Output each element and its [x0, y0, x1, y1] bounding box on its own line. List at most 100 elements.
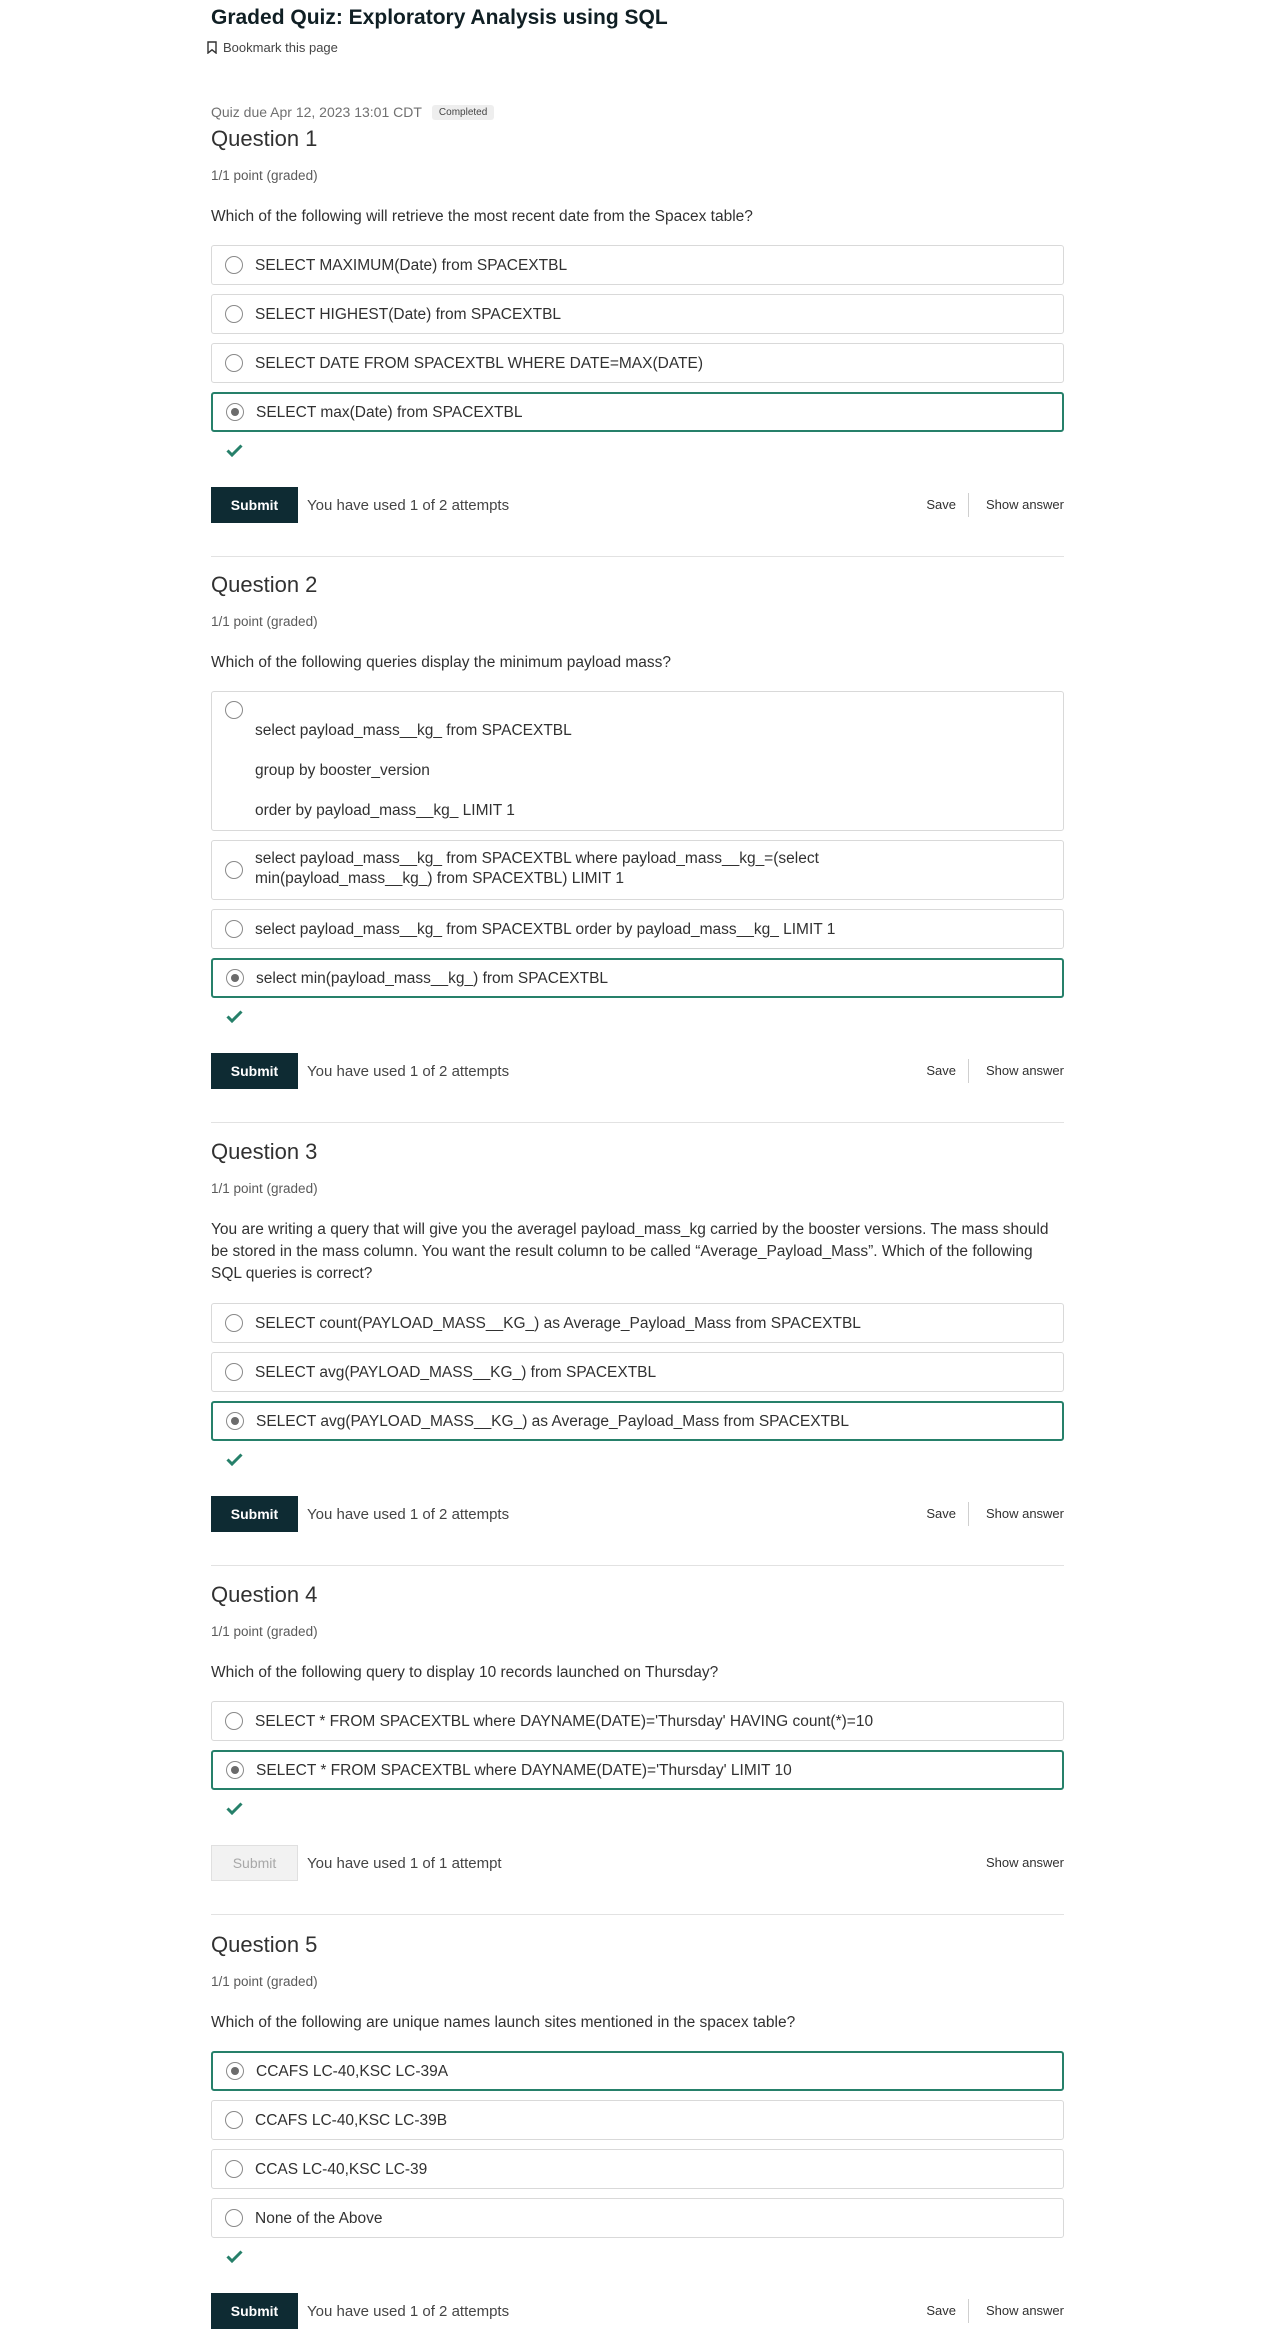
submit-button[interactable]: Submit: [211, 1496, 298, 1532]
answer-option[interactable]: select payload_mass__kg_ from SPACEXTBL …: [211, 840, 1064, 900]
answer-option[interactable]: select payload_mass__kg_ from SPACEXTBL g…: [211, 691, 1064, 831]
answer-option[interactable]: SELECT * FROM SPACEXTBL where DAYNAME(DA…: [211, 1750, 1064, 1790]
attempts-text: You have used 1 of 1 attempt: [307, 1855, 502, 1872]
answer-option[interactable]: None of the Above: [211, 2198, 1064, 2238]
option-label: SELECT avg(PAYLOAD_MASS__KG_) from SPACE…: [255, 1363, 657, 1381]
bookmark-label: Bookmark this page: [223, 40, 338, 55]
attempts-text: You have used 1 of 2 attempts: [307, 1506, 510, 1523]
answer-option[interactable]: SELECT MAXIMUM(Date) from SPACEXTBL: [211, 245, 1064, 285]
radio-icon[interactable]: [225, 1314, 243, 1332]
answer-option[interactable]: SELECT max(Date) from SPACEXTBL: [211, 392, 1064, 432]
radio-icon[interactable]: [226, 2062, 244, 2080]
question-points: 1/1 point (graded): [211, 168, 318, 183]
question-divider: [211, 1122, 1064, 1123]
quiz-page: Graded Quiz: Exploratory Analysis using …: [207, 0, 1064, 2349]
option-label: select payload_mass__kg_ from SPACEXTBL …: [255, 850, 819, 867]
checkmark-icon: [226, 1453, 243, 1466]
radio-icon[interactable]: [226, 1761, 244, 1779]
show-answer-button[interactable]: Show answer: [986, 1855, 1064, 1870]
answer-option[interactable]: SELECT DATE FROM SPACEXTBL WHERE DATE=MA…: [211, 343, 1064, 383]
checkmark-icon: [226, 1010, 243, 1023]
button-separator: [968, 1059, 969, 1083]
radio-icon[interactable]: [225, 2111, 243, 2129]
save-button[interactable]: Save: [926, 1063, 956, 1078]
question-points: 1/1 point (graded): [211, 1974, 318, 1989]
radio-icon[interactable]: [225, 2209, 243, 2227]
question-points: 1/1 point (graded): [211, 1624, 318, 1639]
radio-icon[interactable]: [225, 256, 243, 274]
checkmark-icon: [226, 1802, 243, 1815]
option-label: None of the Above: [255, 2209, 383, 2227]
show-answer-button[interactable]: Show answer: [986, 497, 1064, 512]
question-title: Question 2: [211, 572, 318, 597]
button-separator: [968, 1502, 969, 1526]
option-label: select min(payload_mass__kg_) from SPACE…: [256, 969, 609, 987]
question-prompt: You are writing a query that will give y…: [211, 1221, 1049, 1282]
status-badge: Completed: [431, 104, 495, 120]
radio-icon[interactable]: [225, 2160, 243, 2178]
radio-icon[interactable]: [225, 861, 243, 879]
save-button[interactable]: Save: [926, 497, 956, 512]
answer-option[interactable]: SELECT * FROM SPACEXTBL where DAYNAME(DA…: [211, 1701, 1064, 1741]
submit-button[interactable]: Submit: [211, 1053, 298, 1089]
save-button[interactable]: Save: [926, 1506, 956, 1521]
option-label: order by payload_mass__kg_ LIMIT 1: [255, 802, 515, 819]
radio-icon[interactable]: [226, 1412, 244, 1430]
radio-icon[interactable]: [225, 305, 243, 323]
due-text: Quiz due Apr 12, 2023 13:01 CDT: [211, 104, 422, 120]
question-title: Question 5: [211, 1932, 318, 1957]
option-label: SELECT * FROM SPACEXTBL where DAYNAME(DA…: [255, 1712, 874, 1730]
question-title: Question 3: [211, 1139, 318, 1164]
show-answer-button[interactable]: Show answer: [986, 2303, 1064, 2318]
answer-option[interactable]: select payload_mass__kg_ from SPACEXTBL …: [211, 909, 1064, 949]
option-label: CCAFS LC-40,KSC LC-39A: [256, 2062, 449, 2080]
option-label: CCAFS LC-40,KSC LC-39B: [255, 2111, 448, 2129]
radio-icon[interactable]: [225, 701, 243, 719]
answer-option[interactable]: CCAFS LC-40,KSC LC-39B: [211, 2100, 1064, 2140]
option-label: SELECT max(Date) from SPACEXTBL: [256, 403, 523, 421]
question-divider: [211, 556, 1064, 557]
question-prompt: Which of the following queries display t…: [211, 654, 672, 671]
submit-button[interactable]: Submit: [211, 1845, 298, 1881]
question-points: 1/1 point (graded): [211, 614, 318, 629]
radio-icon[interactable]: [225, 1363, 243, 1381]
question-prompt: Which of the following are unique names …: [211, 2014, 796, 2031]
attempts-text: You have used 1 of 2 attempts: [307, 497, 510, 514]
option-label: SELECT MAXIMUM(Date) from SPACEXTBL: [255, 256, 568, 274]
answer-option[interactable]: select min(payload_mass__kg_) from SPACE…: [211, 958, 1064, 998]
quiz-due-date: Quiz due Apr 12, 2023 13:01 CDT Complete…: [211, 104, 495, 120]
option-label: SELECT avg(PAYLOAD_MASS__KG_) as Average…: [256, 1412, 850, 1430]
show-answer-button[interactable]: Show answer: [986, 1506, 1064, 1521]
bookmark-button[interactable]: Bookmark this page: [207, 40, 338, 55]
option-label: select payload_mass__kg_ from SPACEXTBL: [255, 722, 572, 739]
option-label: min(payload_mass__kg_) from SPACEXTBL) L…: [255, 870, 624, 887]
save-button[interactable]: Save: [926, 2303, 956, 2318]
option-label: SELECT HIGHEST(Date) from SPACEXTBL: [255, 305, 562, 323]
attempts-text: You have used 1 of 2 attempts: [307, 1063, 510, 1080]
radio-icon[interactable]: [225, 1712, 243, 1730]
radio-icon[interactable]: [225, 354, 243, 372]
checkmark-icon: [226, 444, 243, 457]
answer-option[interactable]: SELECT count(PAYLOAD_MASS__KG_) as Avera…: [211, 1303, 1064, 1343]
show-answer-button[interactable]: Show answer: [986, 1063, 1064, 1078]
option-label: CCAS LC-40,KSC LC-39: [255, 2160, 428, 2178]
answer-option[interactable]: SELECT avg(PAYLOAD_MASS__KG_) as Average…: [211, 1401, 1064, 1441]
radio-icon[interactable]: [226, 403, 244, 421]
option-label: SELECT count(PAYLOAD_MASS__KG_) as Avera…: [255, 1314, 861, 1332]
answer-option[interactable]: SELECT HIGHEST(Date) from SPACEXTBL: [211, 294, 1064, 334]
answer-option[interactable]: CCAFS LC-40,KSC LC-39A: [211, 2051, 1064, 2091]
button-separator: [968, 2299, 969, 2323]
page-title: Graded Quiz: Exploratory Analysis using …: [211, 6, 668, 29]
option-label: SELECT DATE FROM SPACEXTBL WHERE DATE=MA…: [255, 354, 703, 372]
attempts-text: You have used 1 of 2 attempts: [307, 2303, 510, 2320]
question-divider: [211, 1914, 1064, 1915]
radio-icon[interactable]: [226, 969, 244, 987]
radio-icon[interactable]: [225, 920, 243, 938]
submit-button[interactable]: Submit: [211, 487, 298, 523]
question-prompt: Which of the following query to display …: [211, 1664, 719, 1681]
question-divider: [211, 1565, 1064, 1566]
submit-button[interactable]: Submit: [211, 2293, 298, 2329]
answer-option[interactable]: SELECT avg(PAYLOAD_MASS__KG_) from SPACE…: [211, 1352, 1064, 1392]
answer-option[interactable]: CCAS LC-40,KSC LC-39: [211, 2149, 1064, 2189]
question-title: Question 4: [211, 1582, 318, 1607]
